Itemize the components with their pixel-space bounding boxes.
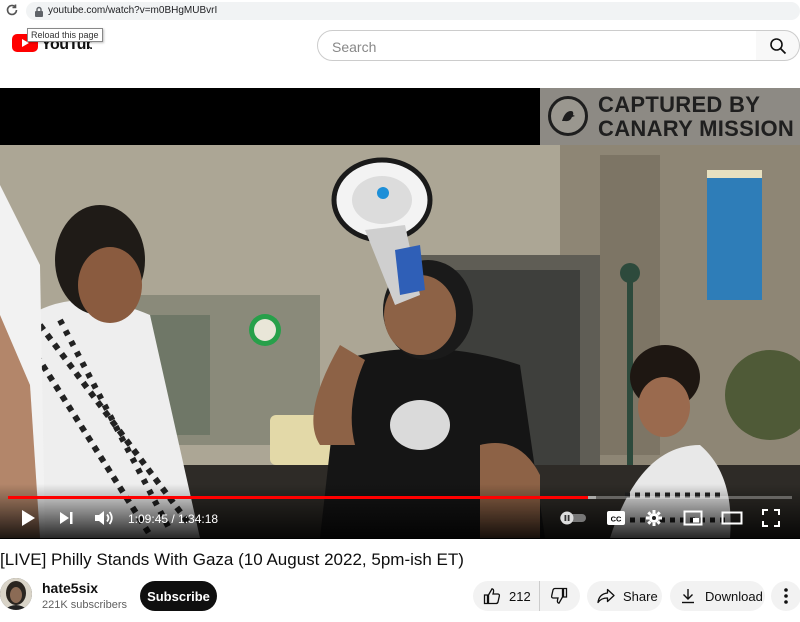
search-icon <box>769 37 786 54</box>
miniplayer-icon <box>683 510 703 526</box>
fullscreen-icon <box>762 509 780 527</box>
share-label: Share <box>623 588 658 604</box>
settings-button[interactable] <box>642 506 666 530</box>
video-title: [LIVE] Philly Stands With Gaza (10 Augus… <box>0 550 464 569</box>
settings-icon <box>646 510 662 526</box>
time-display: 1:09:45 / 1:34:18 <box>128 512 219 526</box>
subscriber-count: 221K subscribers <box>42 599 127 611</box>
search-box[interactable] <box>317 30 757 62</box>
video-player[interactable]: CAPTURED BY CANARY MISSION 1:09:45 / 1:3… <box>0 88 800 539</box>
thumbs-up-icon <box>483 588 501 605</box>
play-icon <box>22 510 35 526</box>
channel-name[interactable]: hate5six <box>42 580 98 596</box>
watermark: CAPTURED BY CANARY MISSION <box>540 88 800 145</box>
download-label: Download <box>705 588 763 604</box>
like-dislike-group: 212 <box>473 581 580 611</box>
autoplay-toggle-icon <box>560 511 586 525</box>
volume-button[interactable] <box>92 506 116 530</box>
controls-gradient <box>0 484 800 539</box>
next-button[interactable] <box>54 506 78 530</box>
reload-tooltip: Reload this page <box>27 28 103 42</box>
like-count: 212 <box>509 588 531 604</box>
dislike-button[interactable] <box>540 581 568 611</box>
more-icon <box>784 588 788 604</box>
letterbox-bar <box>0 88 540 145</box>
more-actions-button[interactable] <box>771 581 800 611</box>
svg-text:CC: CC <box>611 515 622 524</box>
volume-icon <box>95 511 113 525</box>
play-button[interactable] <box>16 506 40 530</box>
captions-button[interactable]: CC <box>604 506 628 530</box>
video-frame <box>0 145 800 538</box>
like-button[interactable]: 212 <box>473 581 540 611</box>
captions-icon: CC <box>607 511 625 525</box>
url-text[interactable]: youtube.com/watch?v=m0BHgMUBvrI <box>48 4 217 18</box>
next-icon <box>60 512 73 524</box>
share-button[interactable]: Share <box>587 581 662 611</box>
watermark-line-1: CAPTURED BY <box>598 92 761 117</box>
progress-played <box>8 496 589 499</box>
download-icon <box>682 589 694 604</box>
fullscreen-button[interactable] <box>759 506 783 530</box>
browser-toolbar: youtube.com/watch?v=m0BHgMUBvrI <box>0 0 800 22</box>
search-button[interactable] <box>756 30 800 61</box>
theater-icon <box>721 511 743 525</box>
watermark-line-2: CANARY MISSION <box>598 116 795 141</box>
video-frame-image <box>0 145 800 538</box>
search-input[interactable] <box>330 31 734 62</box>
progress-bar[interactable] <box>8 496 792 499</box>
autoplay-toggle[interactable] <box>558 508 588 528</box>
subscribe-button[interactable]: Subscribe <box>140 581 217 611</box>
canary-logo-icon <box>548 96 588 136</box>
lock-icon <box>34 5 44 17</box>
reload-icon[interactable] <box>4 3 20 19</box>
channel-avatar[interactable] <box>0 578 32 610</box>
miniplayer-button[interactable] <box>681 506 705 530</box>
thumbs-down-icon <box>550 587 567 604</box>
theater-button[interactable] <box>720 506 744 530</box>
share-icon <box>597 588 615 604</box>
download-button[interactable]: Download <box>670 581 765 611</box>
